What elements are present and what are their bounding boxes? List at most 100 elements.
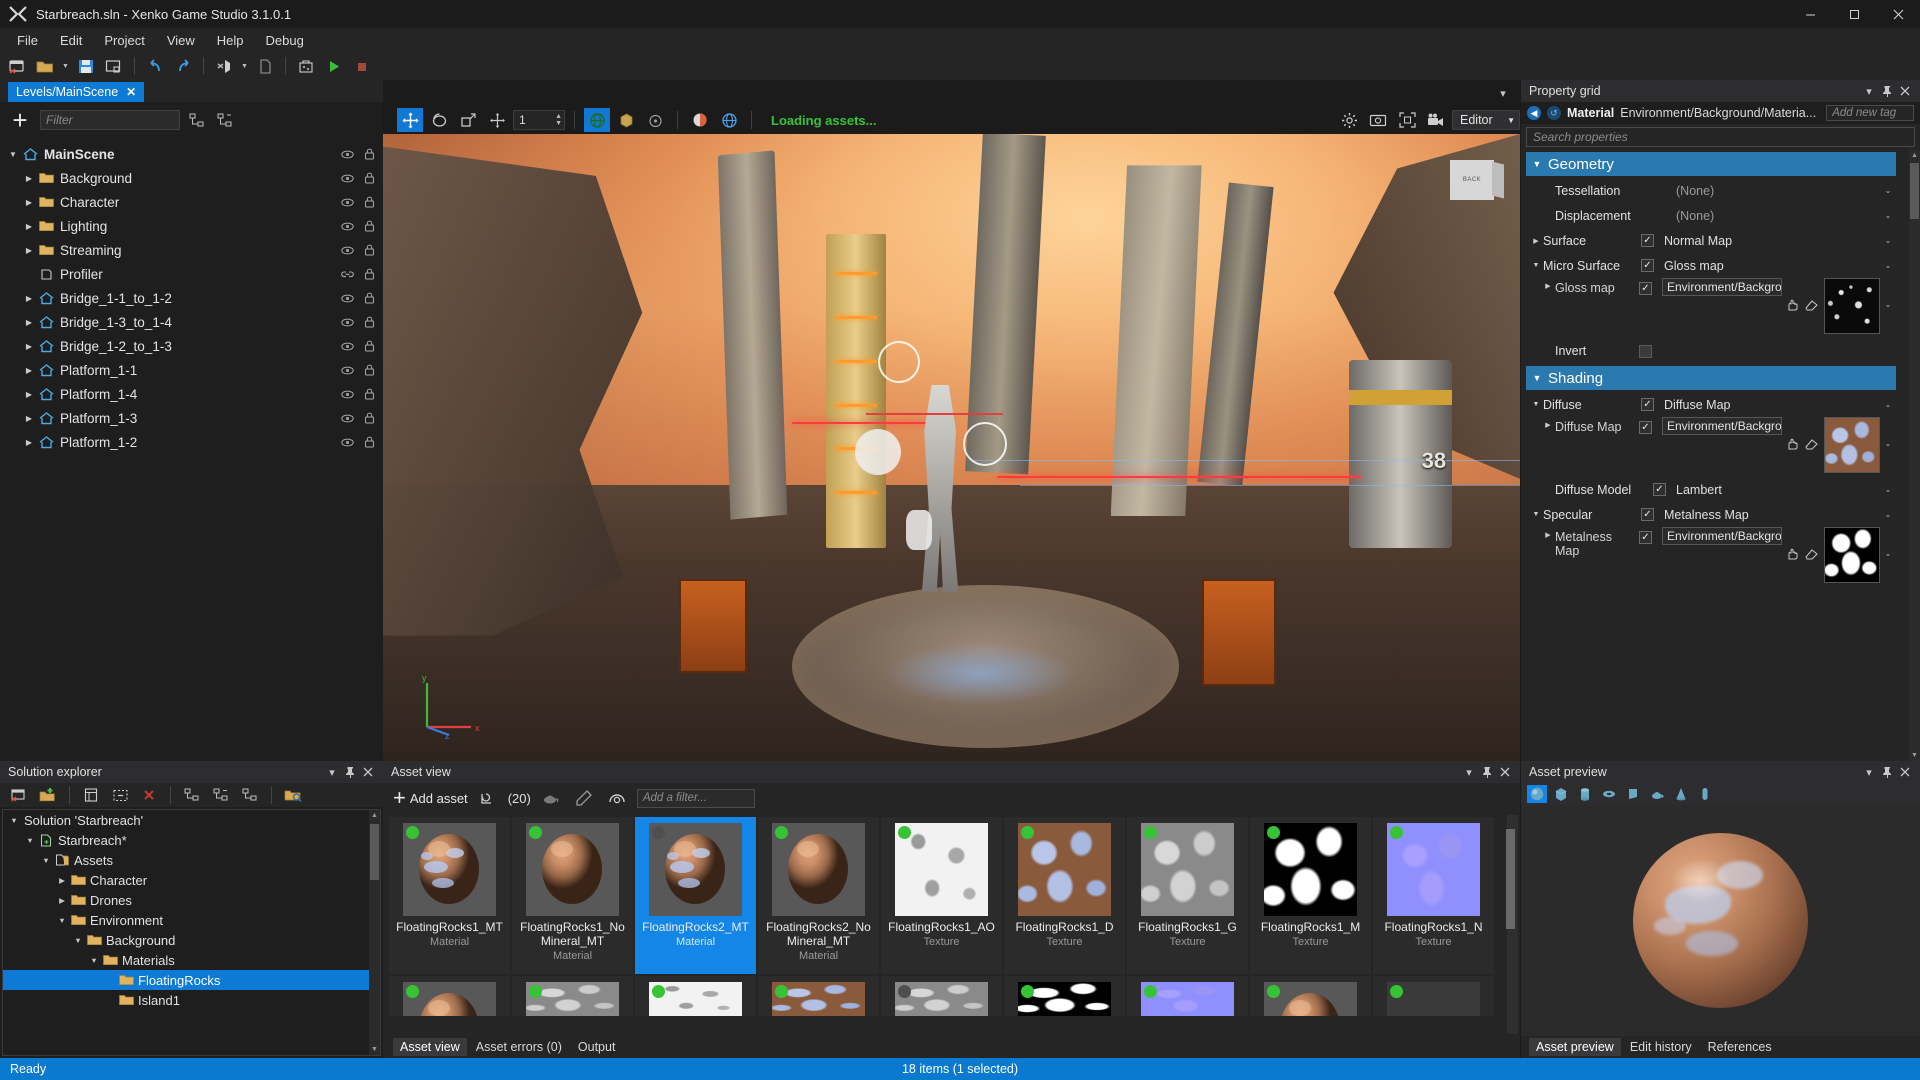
property-value[interactable]: (None) xyxy=(1676,184,1880,198)
sync-selection-icon[interactable] xyxy=(237,783,263,807)
lock-icon[interactable] xyxy=(364,436,375,448)
chevron-right-icon[interactable]: ▶ xyxy=(1541,531,1555,539)
local-space-icon[interactable] xyxy=(613,108,639,132)
chevron-right-icon[interactable]: ▶ xyxy=(22,390,36,399)
sphere-preview-shape[interactable] xyxy=(1527,785,1547,803)
property-value[interactable]: (None) xyxy=(1676,209,1880,223)
maximize-button[interactable] xyxy=(1832,0,1876,28)
navigation-mesh-icon[interactable] xyxy=(716,108,742,132)
chevron-down-icon[interactable]: ▼ xyxy=(1529,401,1543,408)
close-button[interactable] xyxy=(1876,0,1920,28)
pin-icon[interactable] xyxy=(1878,82,1896,100)
thumbnail-preview-icon[interactable] xyxy=(538,786,564,810)
scene-tree-item-background[interactable]: ▶ Background xyxy=(0,166,383,190)
pick-hand-icon[interactable] xyxy=(1786,548,1799,560)
asset-filter-input[interactable]: Add a filter... xyxy=(637,789,755,808)
run-icon[interactable] xyxy=(321,54,347,78)
lock-icon[interactable] xyxy=(364,172,375,184)
new-project-icon[interactable] xyxy=(4,54,30,78)
torus-preview-shape[interactable] xyxy=(1599,785,1619,803)
chevron-right-icon[interactable]: ▶ xyxy=(55,876,69,885)
tab-output[interactable]: Output xyxy=(571,1038,623,1056)
chevron-down-icon[interactable]: ⌄ xyxy=(1880,439,1896,448)
property-checkbox[interactable]: ✓ xyxy=(1639,531,1652,544)
undo-icon[interactable] xyxy=(142,54,168,78)
asset-grid-scrollbar[interactable] xyxy=(1507,815,1518,1034)
pivot-icon[interactable] xyxy=(642,108,668,132)
solution-tree-scroll-thumb[interactable] xyxy=(370,824,379,880)
lock-icon[interactable] xyxy=(364,316,375,328)
expand-all-icon[interactable] xyxy=(179,783,205,807)
lock-icon[interactable] xyxy=(364,148,375,160)
refresh-icon[interactable] xyxy=(475,786,501,810)
translate-gizmo-handle-bottom[interactable] xyxy=(906,510,932,550)
scene-tree-item-bridge-1-1-to-1-2[interactable]: ▶ Bridge_1-1_to_1-2 xyxy=(0,286,383,310)
capsule-preview-shape[interactable] xyxy=(1695,785,1715,803)
menu-help[interactable]: Help xyxy=(206,30,255,51)
lock-icon[interactable] xyxy=(364,412,375,424)
vs-dropdown-caret-icon[interactable]: ▼ xyxy=(239,54,250,78)
texture-reference-input[interactable]: Environment/Backgro xyxy=(1662,417,1782,435)
scene-tree-item-bridge-1-3-to-1-4[interactable]: ▶ Bridge_1-3_to_1-4 xyxy=(0,310,383,334)
tab-asset-view[interactable]: Asset view xyxy=(393,1038,467,1056)
clear-eraser-icon[interactable] xyxy=(1805,299,1818,311)
menu-view[interactable]: View xyxy=(156,30,206,51)
visibility-eye-icon[interactable] xyxy=(341,365,354,376)
chevron-down-icon[interactable]: ⌄ xyxy=(1880,485,1896,494)
solution-tree-item-character[interactable]: ▶ Character xyxy=(3,870,380,890)
visibility-eye-icon[interactable] xyxy=(341,437,354,448)
property-checkbox[interactable]: ✓ xyxy=(1641,398,1654,411)
chevron-down-icon[interactable]: ▼ xyxy=(87,956,101,965)
document-tab-mainscene[interactable]: Levels/MainScene ✕ xyxy=(8,82,144,102)
locate-in-explorer-icon[interactable] xyxy=(280,783,306,807)
property-checkbox[interactable]: ✓ xyxy=(1641,508,1654,521)
visibility-eye-icon[interactable] xyxy=(341,221,354,232)
add-entity-button[interactable]: + xyxy=(6,106,34,134)
plane-preview-shape[interactable] xyxy=(1623,785,1643,803)
search-properties-input[interactable]: Search properties xyxy=(1526,127,1915,147)
preview-eye-icon[interactable] xyxy=(604,786,630,810)
visibility-eye-icon[interactable] xyxy=(341,173,354,184)
chevron-down-icon[interactable]: ▼ xyxy=(1529,262,1543,269)
property-section-shading[interactable]: ▼ Shading xyxy=(1526,366,1896,390)
options-caret-icon[interactable]: ▾ xyxy=(1494,84,1512,102)
solution-tree-item-floatingrocks[interactable]: FloatingRocks xyxy=(3,970,380,990)
expand-all-icon[interactable] xyxy=(186,109,208,131)
chevron-right-icon[interactable]: ▶ xyxy=(22,294,36,303)
link-icon[interactable] xyxy=(341,269,354,280)
rotate-gizmo-icon[interactable] xyxy=(426,108,452,132)
visibility-eye-icon[interactable] xyxy=(341,149,354,160)
solution-tree-item-assets[interactable]: ▼ Assets xyxy=(3,850,380,870)
property-section-geometry[interactable]: ▼ Geometry xyxy=(1526,152,1896,176)
chevron-down-icon[interactable]: ⌄ xyxy=(1880,510,1896,519)
collapse-caret-icon[interactable]: ▾ xyxy=(323,763,341,781)
asset-item[interactable]: FloatingRocks1_N Texture xyxy=(1373,817,1494,974)
translate-gizmo-disc-left[interactable] xyxy=(855,429,901,475)
gizmo-axis-x[interactable] xyxy=(866,413,1002,415)
clear-eraser-icon[interactable] xyxy=(1805,438,1818,450)
texture-reference-input[interactable]: Environment/Backgro xyxy=(1662,527,1782,545)
scroll-down-arrow-icon[interactable]: ▼ xyxy=(1909,750,1920,761)
chevron-right-icon[interactable]: ▶ xyxy=(1541,421,1555,429)
chevron-right-icon[interactable]: ▶ xyxy=(22,438,36,447)
lock-icon[interactable] xyxy=(364,220,375,232)
pin-icon[interactable] xyxy=(1478,763,1496,781)
scene-tree-item-platform-1-1[interactable]: ▶ Platform_1-1 xyxy=(0,358,383,382)
scroll-down-arrow-icon[interactable]: ▼ xyxy=(369,1044,380,1055)
close-icon[interactable] xyxy=(1496,763,1514,781)
menu-debug[interactable]: Debug xyxy=(255,30,315,51)
chevron-down-icon[interactable]: ⌄ xyxy=(1880,300,1896,309)
property-value[interactable]: Lambert xyxy=(1676,483,1880,497)
collapse-caret-icon[interactable]: ▾ xyxy=(1860,763,1878,781)
scene-tree-item-character[interactable]: ▶ Character xyxy=(0,190,383,214)
asset-item[interactable] xyxy=(512,976,633,1016)
tab-asset-errors-0-[interactable]: Asset errors (0) xyxy=(469,1038,569,1056)
texture-reference-input[interactable]: Environment/Backgro xyxy=(1662,278,1782,296)
tab-asset-preview[interactable]: Asset preview xyxy=(1529,1038,1621,1056)
navigate-back-icon[interactable]: ◀ xyxy=(1527,106,1541,120)
chevron-right-icon[interactable]: ▶ xyxy=(1529,237,1543,245)
chevron-down-icon[interactable]: ▼ xyxy=(1526,373,1548,383)
chevron-right-icon[interactable]: ▶ xyxy=(22,246,36,255)
property-grid-scrollbar[interactable]: ▲ ▼ xyxy=(1909,150,1920,761)
lighting-toggle-icon[interactable] xyxy=(687,108,713,132)
